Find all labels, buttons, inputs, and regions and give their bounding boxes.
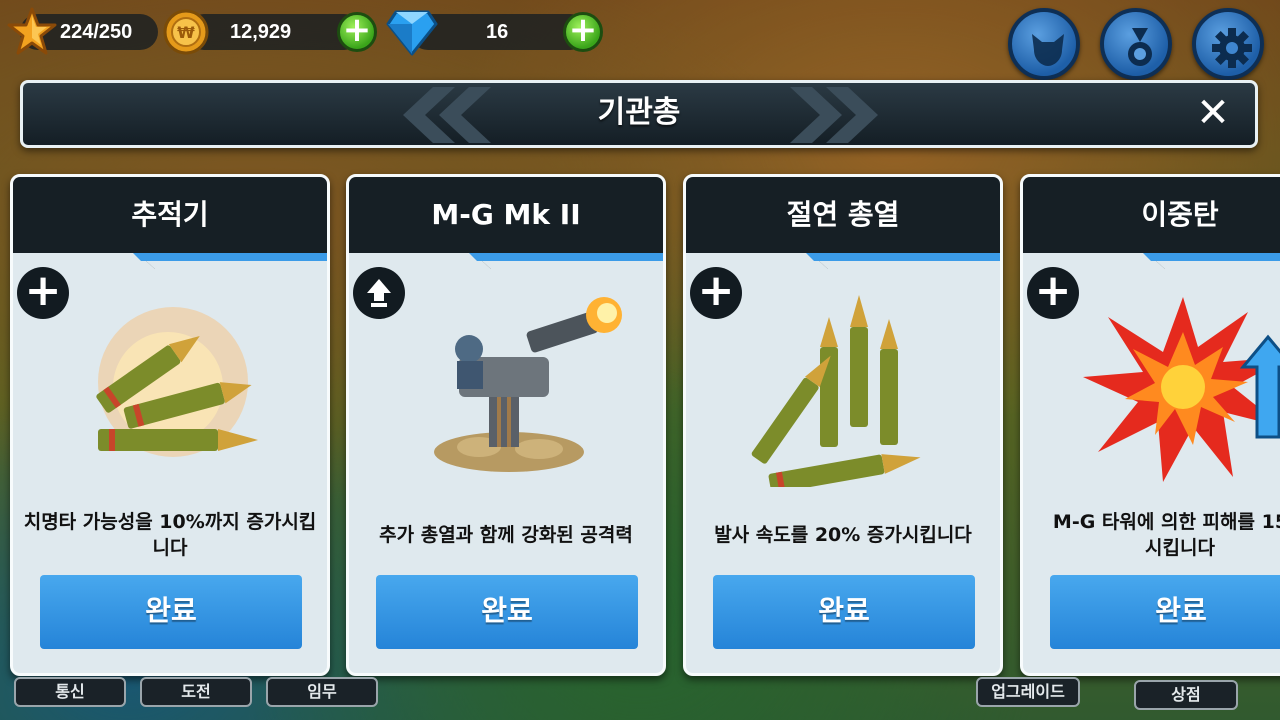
complete-button[interactable]: 완료 bbox=[40, 575, 302, 649]
title-bar: 기관총 ✕ bbox=[20, 80, 1258, 148]
svg-text:₩: ₩ bbox=[177, 23, 195, 42]
nav-upgrade-button[interactable]: 업그레이드 bbox=[976, 677, 1080, 707]
coin-counter: 12,929 bbox=[186, 14, 362, 50]
coin-value: 12,929 bbox=[230, 21, 292, 43]
complete-button[interactable]: 완료 bbox=[1050, 575, 1280, 649]
page-title: 기관총 bbox=[597, 95, 681, 130]
gem-icon bbox=[386, 10, 438, 56]
complete-button[interactable]: 완료 bbox=[376, 575, 638, 649]
card-description: M-G 타워에 의한 피해를 15% 시킵니다 bbox=[1052, 511, 1280, 559]
bullets-explosion-image bbox=[96, 307, 258, 457]
pet-icon bbox=[1032, 34, 1064, 66]
card-header: 절연 총열 bbox=[686, 177, 1000, 269]
explosion-arrow-image bbox=[1083, 297, 1280, 482]
upgrade-card-insulated-barrel: 절연 총열 + 발사 속도를 20% 증가시킵니다 완료 bbox=[683, 174, 1003, 676]
nav-challenge-button[interactable]: 도전 bbox=[140, 677, 252, 707]
coin-icon: ₩ bbox=[163, 9, 209, 55]
energy-value: 224/250 bbox=[60, 21, 133, 43]
card-description: 치명타 가능성을 10%까지 증가시킵 니다 bbox=[23, 511, 317, 559]
card-title: 절연 총열 bbox=[786, 198, 900, 231]
card-title: 추적기 bbox=[131, 198, 209, 231]
nav-shop-button[interactable]: 상점 bbox=[1134, 680, 1238, 710]
card-description: 발사 속도를 20% 증가시킵니다 bbox=[714, 524, 972, 546]
machine-gun-tower-image bbox=[434, 297, 622, 472]
star-icon bbox=[7, 7, 57, 55]
card-header: M-G Mk II bbox=[349, 177, 663, 269]
upgrade-card-double-round: 이중탄 + M-G 타워에 의한 피해를 15% 시킵니다 완료 bbox=[1020, 174, 1280, 676]
close-icon[interactable]: ✕ bbox=[1193, 93, 1233, 133]
pet-button[interactable] bbox=[1008, 8, 1080, 80]
card-description: 추가 총열과 함께 강화된 공격력 bbox=[379, 524, 633, 546]
gem-value: 16 bbox=[486, 21, 509, 43]
upgrade-card-tracker: 추적기 + 치명타 가능성을 10%까지 증가시킵 니다 완료 bbox=[10, 174, 330, 676]
gear-icon bbox=[1212, 28, 1252, 68]
add-coins-button[interactable]: + bbox=[337, 12, 377, 52]
bullets-image bbox=[751, 295, 921, 487]
nav-communication-button[interactable]: 통신 bbox=[14, 677, 126, 707]
medal-icon bbox=[1128, 28, 1152, 66]
add-gems-button[interactable]: + bbox=[563, 12, 603, 52]
upgrade-card-mg-mk2: M-G Mk II 추가 총열과 함께 강화된 공격력 완료 bbox=[346, 174, 666, 676]
settings-button[interactable] bbox=[1192, 8, 1264, 80]
complete-button[interactable]: 완료 bbox=[713, 575, 975, 649]
nav-mission-button[interactable]: 임무 bbox=[266, 677, 378, 707]
medal-button[interactable] bbox=[1100, 8, 1172, 80]
card-header: 이중탄 bbox=[1023, 177, 1280, 269]
card-title: 이중탄 bbox=[1141, 198, 1219, 231]
card-header: 추적기 bbox=[13, 177, 327, 269]
card-title: M-G Mk II bbox=[431, 198, 581, 231]
